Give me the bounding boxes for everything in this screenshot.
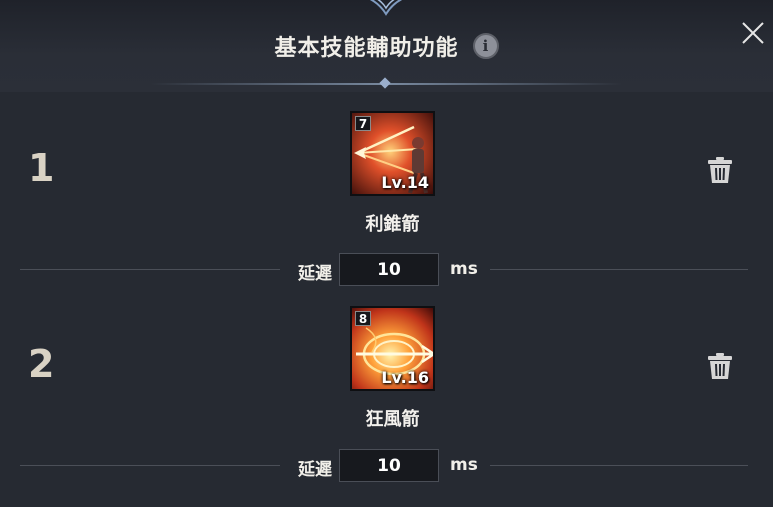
delay-divider-right (490, 465, 748, 466)
title-area: 基本技能輔助功能 i (0, 28, 773, 64)
delay-unit: ms (450, 455, 478, 475)
hotkey-badge: 7 (355, 116, 371, 131)
delay-divider-right (490, 269, 748, 270)
row-number: 2 (28, 342, 55, 386)
info-icon[interactable]: i (472, 33, 499, 59)
delay-unit: ms (450, 259, 478, 279)
row-number: 1 (28, 146, 55, 190)
delay-label: 延遲 (298, 460, 332, 480)
trash-icon[interactable] (706, 351, 734, 381)
skill-level: Lv.14 (381, 173, 429, 192)
trash-icon[interactable] (706, 155, 734, 185)
dialog-title: 基本技能輔助功能 (274, 36, 459, 61)
skill-slot[interactable]: 7 Lv.14 (350, 111, 435, 196)
skill-name: 利錐箭 (365, 214, 420, 235)
delay-divider-left (20, 465, 280, 466)
delay-label: 延遲 (298, 264, 332, 284)
hotkey-badge: 8 (355, 311, 371, 326)
delay-divider-left (20, 269, 280, 270)
close-icon[interactable] (738, 18, 768, 48)
skill-level: Lv.16 (381, 368, 429, 387)
delay-input[interactable] (339, 253, 439, 286)
header-divider-ornament (379, 77, 391, 89)
delay-input[interactable] (339, 449, 439, 482)
dialog-header: 基本技能輔助功能 i (0, 0, 773, 92)
skill-slot[interactable]: 8 Lv.16 (350, 306, 435, 391)
header-ornament-icon (369, 0, 403, 16)
skill-name: 狂風箭 (365, 409, 420, 430)
